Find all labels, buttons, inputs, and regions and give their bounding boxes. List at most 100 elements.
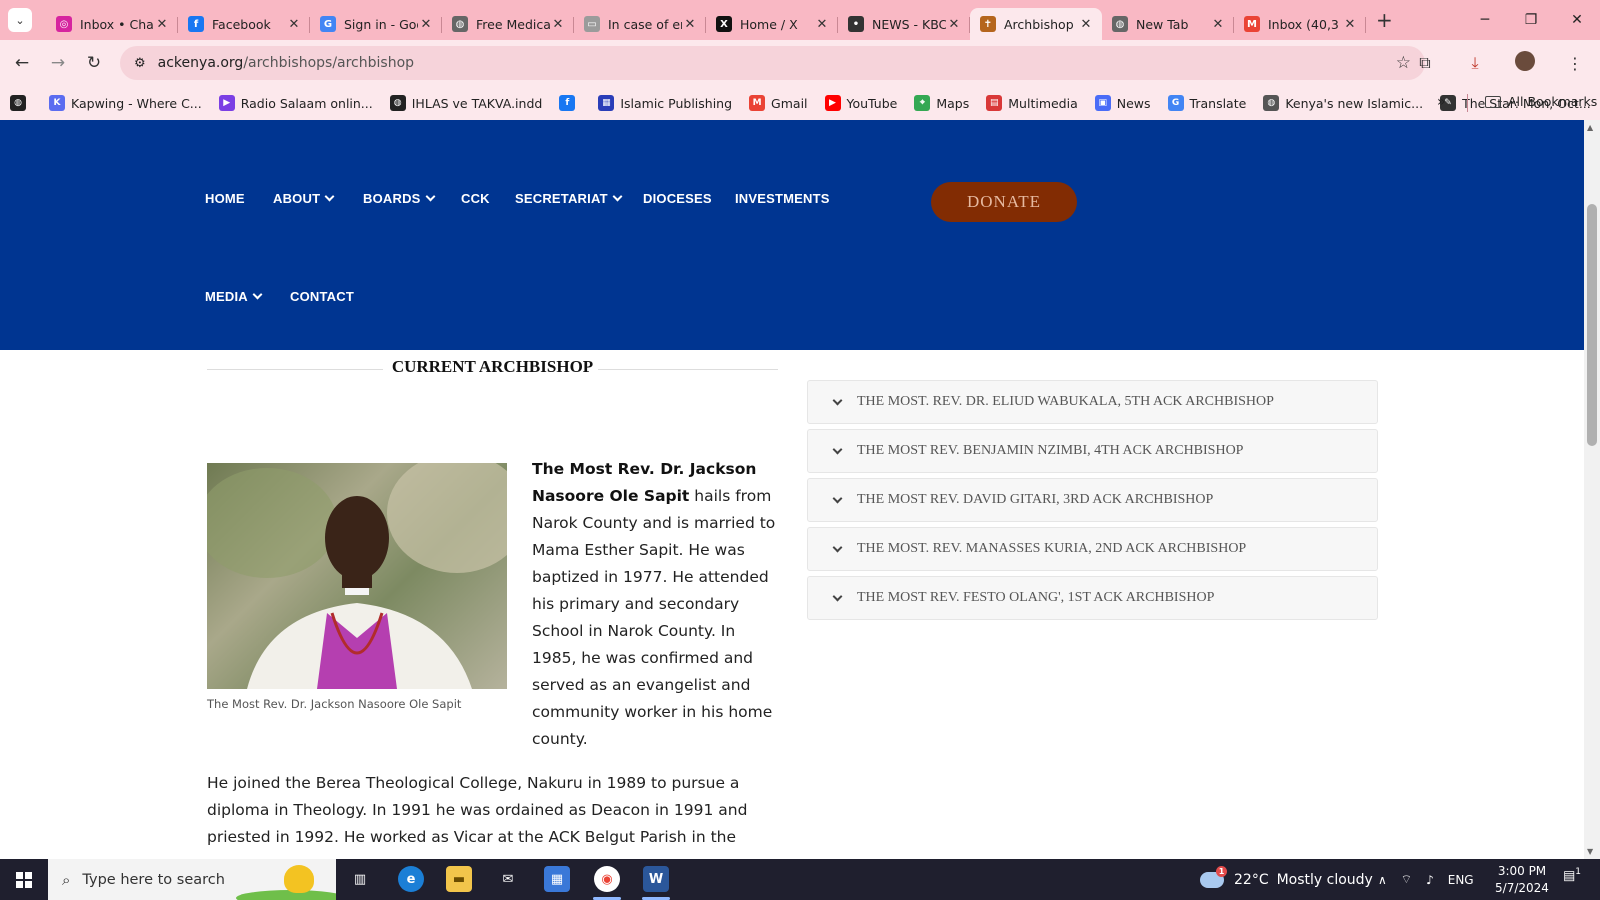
forward-button[interactable]: →	[40, 53, 76, 73]
mail-icon[interactable]: ✉	[495, 866, 521, 892]
bookmark-item[interactable]: K Kapwing - Where C...	[49, 95, 202, 111]
bookmark-item[interactable]: ▶ Radio Salaam onlin...	[218, 95, 373, 111]
taskbar-clock[interactable]: 3:00 PM 5/7/2024	[1487, 863, 1557, 897]
nav-dioceses[interactable]: DIOCESES	[643, 191, 712, 206]
back-button[interactable]: ←	[4, 53, 40, 73]
browser-tab[interactable]: f Facebook ✕	[178, 8, 310, 40]
donate-button[interactable]: DONATE	[931, 182, 1077, 222]
close-tab-icon[interactable]: ✕	[1078, 17, 1094, 32]
accordion-item[interactable]: THE MOST REV. FESTO OLANG', 1ST ACK ARCH…	[807, 576, 1378, 620]
bookmark-item[interactable]: ▶ YouTube	[824, 95, 897, 111]
tab-title: Sign in - Google	[344, 16, 418, 32]
tab-title: New Tab	[1136, 16, 1189, 32]
clock-time: 3:00 PM	[1497, 864, 1547, 878]
chevron-down-icon	[832, 493, 843, 503]
browser-tab[interactable]: ✝ Archbishop ✕	[970, 8, 1102, 40]
news-icon: ▣	[1094, 95, 1111, 111]
new-tab-button[interactable]: +	[1376, 8, 1393, 32]
bookmark-item[interactable]: ▤ Multimedia	[986, 95, 1078, 111]
browser-tab[interactable]: ◍ New Tab ✕	[1102, 8, 1234, 40]
close-tab-icon[interactable]: ✕	[154, 17, 170, 32]
archbishop-portrait-illustration	[207, 463, 507, 689]
close-tab-icon[interactable]: ✕	[418, 17, 434, 32]
word-icon[interactable]: W	[643, 866, 669, 892]
nav-boards[interactable]: BOARDS	[363, 191, 435, 206]
page-scrollbar[interactable]: ▲ ▼	[1584, 120, 1600, 859]
bookmark-item[interactable]: ◍ IHLAS ve TAKVA.indd	[389, 95, 542, 111]
notification-center-icon[interactable]: ▤1	[1560, 867, 1584, 891]
scroll-up-icon[interactable]: ▲	[1587, 123, 1593, 132]
close-window-button[interactable]: ✕	[1554, 0, 1600, 40]
more-bookmarks-icon[interactable]: »	[1437, 94, 1446, 110]
bookmark-item[interactable]: ◍	[10, 95, 32, 111]
nav-about[interactable]: ABOUT	[273, 191, 335, 206]
close-tab-icon[interactable]: ✕	[814, 17, 830, 32]
reload-button[interactable]: ↻	[76, 53, 112, 73]
extensions-icon[interactable]: ⧉	[1400, 53, 1450, 73]
close-tab-icon[interactable]: ✕	[1210, 17, 1226, 32]
bookmark-item[interactable]: G Translate	[1167, 95, 1246, 111]
chrome-icon[interactable]: ◉	[594, 866, 620, 892]
page-viewport: HOME ABOUT BOARDS CCK SECRETARIAT DIOCES…	[0, 120, 1584, 859]
nav-investments[interactable]: INVESTMENTS	[735, 191, 830, 206]
minimize-button[interactable]: ─	[1462, 0, 1508, 40]
bookmark-label: News	[1116, 95, 1151, 111]
duck-illustration-icon	[284, 865, 314, 893]
close-tab-icon[interactable]: ✕	[1342, 17, 1358, 32]
scroll-down-icon[interactable]: ▼	[1587, 847, 1593, 856]
tab-title: Free Medical	[476, 16, 550, 32]
browser-tab[interactable]: X Home / X ✕	[706, 8, 838, 40]
url-bar[interactable]: ⚙ ackenya.org/archbishops/archbishop ☆	[120, 46, 1425, 80]
bookmark-item[interactable]: ◍ Kenya's new Islamic...	[1263, 95, 1423, 111]
accordion-item[interactable]: THE MOST REV. DAVID GITARI, 3RD ACK ARCH…	[807, 478, 1378, 522]
browser-tab[interactable]: M Inbox (40,3 ✕	[1234, 8, 1366, 40]
profile-avatar[interactable]	[1500, 51, 1550, 75]
accordion-item[interactable]: THE MOST. REV. MANASSES KURIA, 2ND ACK A…	[807, 527, 1378, 571]
accordion-item-title: THE MOST REV. DAVID GITARI, 3RD ACK ARCH…	[857, 492, 1214, 507]
accordion-item[interactable]: THE MOST REV. BENJAMIN NZIMBI, 4TH ACK A…	[807, 429, 1378, 473]
nav-cck[interactable]: CCK	[461, 191, 490, 206]
browser-tab[interactable]: ◎ Inbox • Chats✕	[46, 8, 178, 40]
restore-button[interactable]: ❐	[1508, 0, 1554, 40]
tab-search-button[interactable]: ⌄	[8, 8, 32, 32]
bookmark-label: Multimedia	[1008, 95, 1078, 111]
toolbar-actions: ⧉ ⤓ ⋮	[1400, 40, 1600, 86]
task-view-icon[interactable]: ▥	[347, 866, 373, 892]
site-info-icon[interactable]: ⚙	[134, 56, 146, 71]
all-bookmarks-button[interactable]: All Bookmarks	[1485, 94, 1597, 109]
bookmark-item[interactable]: M Gmail	[749, 95, 808, 111]
browser-tab[interactable]: G Sign in - Google✕	[310, 8, 442, 40]
nav-home[interactable]: HOME	[205, 191, 245, 206]
network-icon[interactable]: ⌔	[1401, 872, 1412, 887]
accordion-item[interactable]: THE MOST. REV. DR. ELIUD WABUKALA, 5TH A…	[807, 380, 1378, 424]
download-icon[interactable]: ⤓	[1450, 53, 1500, 73]
close-tab-icon[interactable]: ✕	[682, 17, 698, 32]
nav-media[interactable]: MEDIA	[205, 289, 263, 304]
tab-title: Archbishop	[1004, 16, 1074, 32]
bookmarks-bar: ◍ K Kapwing - Where C... ▶ Radio Salaam onli…	[0, 86, 1600, 120]
bookmark-item[interactable]: ⌖ Maps	[914, 95, 969, 111]
nav-secretariat[interactable]: SECRETARIAT	[515, 191, 623, 206]
weather-widget[interactable]: 1 22°C Mostly cloudy	[1200, 859, 1373, 900]
show-hidden-icons-icon[interactable]: ∧	[1378, 873, 1387, 887]
bookmark-item[interactable]: f	[559, 95, 581, 111]
language-indicator[interactable]: ENG	[1448, 873, 1474, 887]
browser-tab[interactable]: ▭ In case of emergency✕	[574, 8, 706, 40]
start-button[interactable]	[0, 859, 48, 900]
volume-icon[interactable]: ♪	[1426, 873, 1434, 887]
close-tab-icon[interactable]: ✕	[946, 17, 962, 32]
store-icon[interactable]: ▦	[544, 866, 570, 892]
nav-contact[interactable]: CONTACT	[290, 289, 354, 304]
bookmark-item[interactable]: ▦ Islamic Publishing	[598, 95, 732, 111]
file-explorer-icon[interactable]: ▬	[446, 866, 472, 892]
edge-icon[interactable]: e	[398, 866, 424, 892]
taskbar-search-box[interactable]: ⌕ Type here to search	[48, 859, 336, 900]
browser-tab[interactable]: ◍ Free Medical ✕	[442, 8, 574, 40]
close-tab-icon[interactable]: ✕	[550, 17, 566, 32]
chevron-down-icon	[252, 289, 263, 300]
scrollbar-thumb[interactable]	[1587, 204, 1597, 446]
bookmark-item[interactable]: ▣ News	[1094, 95, 1151, 111]
browser-tab[interactable]: • NEWS - KBC ✕	[838, 8, 970, 40]
close-tab-icon[interactable]: ✕	[286, 17, 302, 32]
menu-kebab-icon[interactable]: ⋮	[1550, 54, 1600, 73]
